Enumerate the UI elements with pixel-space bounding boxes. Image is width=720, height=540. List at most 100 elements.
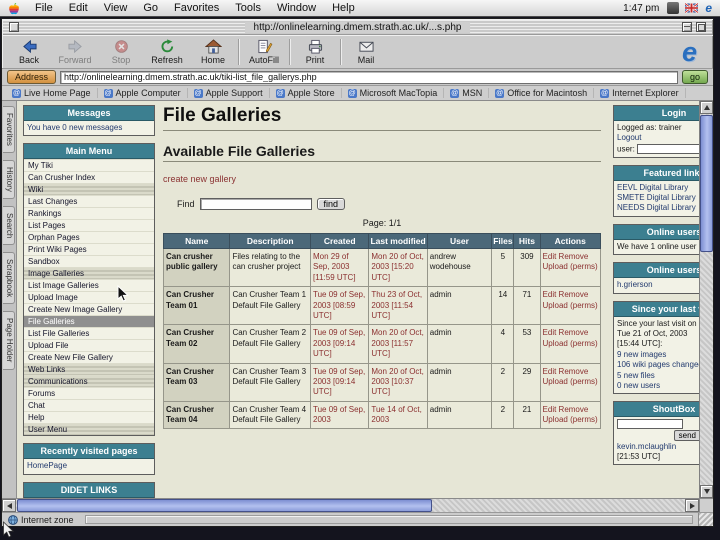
- home-button[interactable]: Home: [190, 36, 236, 68]
- since-visit-stat[interactable]: 106 wiki pages changed: [617, 360, 699, 369]
- scroll-down-button[interactable]: [700, 485, 713, 498]
- menu-edit[interactable]: Edit: [61, 2, 96, 14]
- go-button[interactable]: go: [681, 70, 708, 84]
- featured-link[interactable]: EEVL Digital Library: [617, 183, 688, 192]
- autofill-button[interactable]: AutoFill: [241, 36, 287, 68]
- menu-bar-clock[interactable]: 1:47 pm: [618, 3, 664, 14]
- menu-tools[interactable]: Tools: [227, 2, 269, 14]
- gallery-actions[interactable]: Edit Remove Upload (perms): [539, 400, 602, 430]
- gallery-actions[interactable]: Edit Remove Upload (perms): [539, 324, 602, 364]
- refresh-button[interactable]: Refresh: [144, 36, 190, 68]
- tab-favorites[interactable]: Favorites: [3, 106, 15, 153]
- gallery-actions[interactable]: Edit Remove Upload (perms): [539, 286, 602, 326]
- vertical-scrollbar[interactable]: [699, 101, 713, 498]
- online-user-link[interactable]: h.grierson: [617, 280, 653, 289]
- address-label-chip[interactable]: Address: [7, 70, 57, 84]
- application-menu-icon[interactable]: e: [701, 1, 720, 15]
- login-user-input[interactable]: [637, 143, 699, 154]
- gallery-name-link[interactable]: Can Crusher Team 03: [162, 362, 231, 402]
- scroll-left-button[interactable]: [2, 499, 16, 512]
- menu-section-web-links[interactable]: Web Links: [24, 363, 154, 376]
- apple-menu-icon[interactable]: [0, 2, 27, 15]
- since-visit-stat[interactable]: 5 new files: [617, 371, 655, 380]
- tab-search[interactable]: Search: [3, 205, 15, 246]
- favorite-item[interactable]: @ MSN: [444, 88, 490, 98]
- col-created[interactable]: Created: [309, 233, 370, 249]
- col-name[interactable]: Name: [162, 233, 231, 249]
- featured-link[interactable]: SMETE Digital Library: [617, 193, 696, 202]
- vertical-scroll-track[interactable]: [700, 114, 713, 485]
- shoutbox-input[interactable]: [617, 419, 683, 430]
- scroll-up-button[interactable]: [700, 101, 713, 114]
- menu-item-help[interactable]: Help: [24, 411, 154, 423]
- menu-item-last-changes[interactable]: Last Changes: [24, 195, 154, 207]
- menu-item-upload-file[interactable]: Upload File: [24, 339, 154, 351]
- menu-item-can-crusher-index[interactable]: Can Crusher Index: [24, 171, 154, 183]
- favorite-item[interactable]: @ Apple Support: [188, 88, 270, 98]
- favorite-item[interactable]: @ Live Home Page: [6, 88, 98, 98]
- menu-item-forums[interactable]: Forums: [24, 387, 154, 399]
- address-input[interactable]: [60, 70, 678, 84]
- menu-section-wiki[interactable]: Wiki: [24, 183, 154, 196]
- favorite-item[interactable]: @ Apple Store: [270, 88, 342, 98]
- menu-section-communications[interactable]: Communications: [24, 375, 154, 388]
- gallery-actions[interactable]: Edit Remove Upload (perms): [539, 362, 602, 402]
- gallery-actions[interactable]: Edit Remove Upload (perms): [539, 247, 602, 288]
- favorite-item[interactable]: @ Apple Computer: [98, 88, 188, 98]
- col-user[interactable]: User: [426, 233, 493, 249]
- menu-file[interactable]: File: [27, 2, 61, 14]
- menu-item-rankings[interactable]: Rankings: [24, 207, 154, 219]
- menu-item-list-image-galleries[interactable]: List Image Galleries: [24, 279, 154, 291]
- col-hits[interactable]: Hits: [513, 233, 541, 249]
- shoutbox-message-user[interactable]: kevin.mclaughlin: [617, 442, 676, 451]
- since-visit-stat[interactable]: 0 new users: [617, 381, 660, 390]
- tab-history[interactable]: History: [3, 159, 15, 199]
- col-description[interactable]: Description: [229, 233, 311, 249]
- find-input[interactable]: [199, 198, 312, 210]
- menu-section-file-galleries[interactable]: File Galleries: [24, 315, 154, 328]
- vertical-scroll-thumb[interactable]: [700, 115, 713, 253]
- horizontal-scroll-thumb[interactable]: [17, 499, 432, 512]
- menu-section-image-galleries[interactable]: Image Galleries: [24, 267, 154, 280]
- menu-section-user-menu[interactable]: User Menu: [24, 423, 154, 436]
- menu-go[interactable]: Go: [135, 2, 166, 14]
- menu-item-list-pages[interactable]: List Pages: [24, 219, 154, 231]
- menu-item-orphan-pages[interactable]: Orphan Pages: [24, 231, 154, 243]
- menu-item-sandbox[interactable]: Sandbox: [24, 255, 154, 267]
- menu-help[interactable]: Help: [324, 2, 363, 14]
- resize-grip[interactable]: [698, 513, 713, 526]
- menu-item-chat[interactable]: Chat: [24, 399, 154, 411]
- logout-link[interactable]: Logout: [617, 133, 641, 142]
- menu-item-my-tiki[interactable]: My Tiki: [24, 159, 154, 171]
- col-actions[interactable]: Actions: [539, 233, 602, 249]
- window-title-bar[interactable]: http://onlinelearning.dmem.strath.ac.uk/…: [3, 20, 712, 35]
- favorite-item[interactable]: @ Office for Macintosh: [489, 88, 595, 98]
- menu-view[interactable]: View: [96, 2, 136, 14]
- menu-extras-icon[interactable]: [667, 2, 680, 14]
- menu-window[interactable]: Window: [269, 2, 324, 14]
- forward-button[interactable]: Forward: [52, 36, 98, 68]
- menu-item-upload-image[interactable]: Upload Image: [24, 291, 154, 303]
- gallery-name-link[interactable]: Can Crusher Team 04: [162, 400, 231, 430]
- menu-item-create-new-file-gallery[interactable]: Create New File Gallery: [24, 351, 154, 363]
- window-close-button[interactable]: [9, 22, 19, 32]
- stop-button[interactable]: Stop: [98, 36, 144, 68]
- messages-link[interactable]: You have 0 new messages: [27, 123, 122, 132]
- since-visit-stat[interactable]: 9 new images: [617, 350, 666, 359]
- featured-link[interactable]: NEEDS Digital Library: [617, 203, 696, 212]
- shoutbox-send-button[interactable]: send: [673, 430, 699, 442]
- mail-button[interactable]: Mail: [343, 36, 389, 68]
- col-last-modified[interactable]: Last modified: [368, 233, 428, 249]
- gallery-name-link[interactable]: Can Crusher Team 02: [162, 324, 231, 364]
- back-button[interactable]: Back: [6, 36, 52, 68]
- col-files[interactable]: Files: [491, 233, 515, 249]
- window-zoom-button[interactable]: [696, 22, 706, 32]
- horizontal-scroll-track[interactable]: [16, 499, 685, 512]
- print-button[interactable]: Print: [292, 36, 338, 68]
- favorite-item[interactable]: @ Microsoft MacTopia: [342, 88, 445, 98]
- menu-favorites[interactable]: Favorites: [166, 2, 227, 14]
- tab-page-holder[interactable]: Page Holder: [3, 311, 15, 370]
- window-collapse-button[interactable]: [682, 22, 692, 32]
- create-new-gallery-link[interactable]: create new gallery: [163, 174, 236, 184]
- menu-item-list-file-galleries[interactable]: List File Galleries: [24, 327, 154, 339]
